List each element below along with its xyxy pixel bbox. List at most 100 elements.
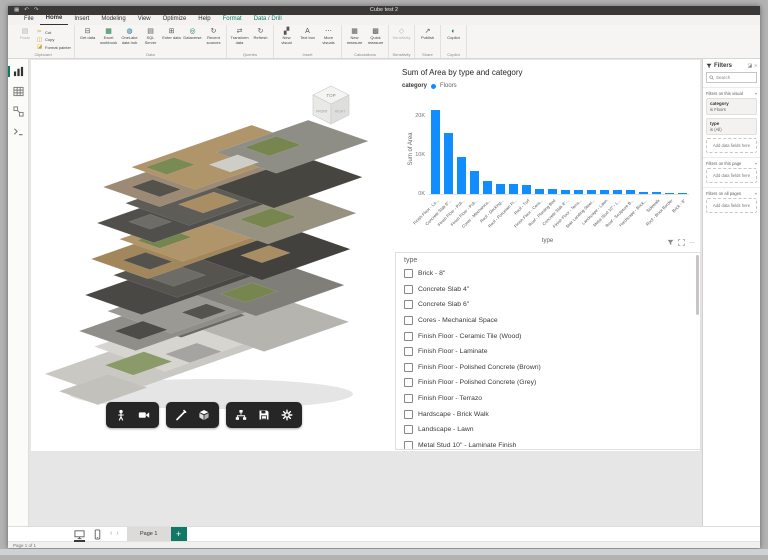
button-cut[interactable]: ✂ Cut (37, 29, 71, 35)
cube-icon[interactable] (198, 409, 210, 421)
tab-optimize[interactable]: Optimize (157, 15, 193, 25)
tab-data-drill[interactable]: Data / Drill (248, 15, 288, 25)
filter-card-type[interactable]: type is (All) (706, 118, 757, 135)
model-view-button[interactable] (12, 106, 24, 117)
button-copy[interactable]: ◫ Copy (37, 37, 71, 43)
slicer-item[interactable]: Finish Floor - Terrazo (396, 391, 700, 407)
app-grid-icon[interactable]: ▦ (14, 6, 19, 15)
bar-roof-porcelain-fl[interactable] (509, 184, 518, 194)
checkbox[interactable] (404, 316, 413, 326)
tab-insert[interactable]: Insert (68, 15, 95, 25)
bar-finish-floor-poli[interactable] (457, 157, 466, 194)
tab-format[interactable]: Format (217, 15, 248, 25)
button-transform-data[interactable]: ⇄ Transform data (230, 27, 249, 45)
bar-brick-8[interactable] (678, 193, 687, 194)
camera-icon[interactable] (138, 409, 150, 421)
slicer-item[interactable]: Cores - Mechanical Space (396, 313, 700, 329)
button-new-visual[interactable]: ▞ New visual (277, 27, 296, 45)
bar-concrete-slab-6[interactable] (444, 133, 453, 194)
bar-metal-stud-10-l[interactable] (613, 190, 622, 194)
filter-card-category[interactable]: category is Floors (706, 98, 757, 115)
bar-landscape-lawn[interactable] (600, 190, 609, 194)
checkbox[interactable] (404, 394, 413, 404)
slicer-item[interactable]: Hardscape - Brick Walk (396, 406, 700, 422)
checkbox[interactable] (404, 300, 413, 310)
add-data-fields-dropzone[interactable]: Add data fields here (706, 138, 757, 153)
slicer-item[interactable]: Finish Floor - Polished Concrete (Brown) (396, 360, 700, 376)
viewcube-front-face[interactable]: FRONT (316, 110, 328, 114)
button-format-painter[interactable]: ◪ Format painter (37, 44, 71, 50)
button-more-visuals[interactable]: ⋯ More visuals (319, 27, 338, 45)
button-text-box[interactable]: A Text box (298, 27, 317, 41)
bar-finish-floor-cera[interactable] (535, 189, 544, 194)
report-view-button[interactable] (7, 66, 24, 77)
viewcube-top-face[interactable]: TOP (326, 93, 335, 98)
bar-roof-decking[interactable] (496, 184, 505, 194)
checkbox[interactable] (404, 331, 413, 341)
add-data-fields-dropzone[interactable]: Add data fields here (706, 198, 757, 213)
button-copilot[interactable]: ◐ Copilot (444, 27, 463, 41)
next-page-icon[interactable]: › (116, 527, 118, 541)
slicer-item[interactable]: Concrete Slab 6" (396, 297, 700, 313)
bar-cores-mechanica[interactable] (483, 181, 492, 194)
slicer-item[interactable]: Landscape - Lawn (396, 422, 700, 438)
button-onelake-data-hub[interactable]: ◍ OneLake data hub (120, 27, 139, 45)
bar-sidewalk[interactable] (652, 192, 661, 194)
chevron-down-icon[interactable]: ▾ (755, 191, 757, 196)
bar-finish-floor-terra[interactable] (574, 190, 583, 194)
measure-icon[interactable] (175, 409, 187, 421)
legend-item-label[interactable]: Floors (440, 83, 457, 89)
bar-roof-turf[interactable] (522, 185, 531, 194)
button-recent-sources[interactable]: ↻ Recent sources (204, 27, 223, 45)
checkbox[interactable] (404, 347, 413, 357)
desktop-view-icon[interactable] (74, 529, 85, 542)
bar-concrete-slab-4[interactable] (561, 190, 570, 194)
add-data-fields-dropzone[interactable]: Add data fields here (706, 168, 757, 183)
person-icon[interactable] (115, 409, 127, 421)
bar-finish-floor-poli[interactable] (470, 171, 479, 194)
checkbox[interactable] (404, 269, 413, 279)
button-quick-measure[interactable]: ▩ Quick measure (366, 27, 385, 45)
hierarchy-icon[interactable] (235, 409, 247, 421)
gear-icon[interactable] (281, 409, 293, 421)
button-publish[interactable]: ↗ Publish (418, 27, 437, 41)
button-excel-workbook[interactable]: ▦ Excel workbook (99, 27, 118, 45)
bar-stair-landing-steel[interactable] (587, 190, 596, 194)
button-new-measure[interactable]: ▦ New measure (345, 27, 364, 45)
eraser-icon[interactable]: ◪ (747, 63, 752, 69)
checkbox[interactable] (404, 440, 413, 449)
focus-mode-icon[interactable] (678, 239, 685, 246)
bar-roof-planting-bed[interactable] (548, 189, 557, 194)
checkbox[interactable] (404, 284, 413, 294)
slicer-item[interactable]: Finish Floor - Laminate (396, 344, 700, 360)
button-sql-server[interactable]: ▤ SQL Server (141, 27, 160, 45)
page-tab[interactable]: Page 1 (126, 527, 171, 541)
bar-roof-sculpture-b[interactable] (626, 190, 635, 194)
slicer-scrollbar[interactable] (696, 255, 699, 315)
undo-icon[interactable]: ↶ (24, 6, 29, 15)
filters-search-input[interactable]: Search (706, 72, 757, 83)
button-refresh[interactable]: ↻ Refresh (251, 27, 270, 41)
slicer-item[interactable]: Finish Floor - Polished Concrete (Grey) (396, 375, 700, 391)
bar-finish-floor-la[interactable] (431, 110, 440, 194)
collapse-pane-icon[interactable]: » (754, 63, 757, 69)
tab-view[interactable]: View (132, 15, 157, 25)
tab-help[interactable]: Help (192, 15, 216, 25)
chevron-down-icon[interactable]: ▾ (755, 91, 757, 96)
checkbox[interactable] (404, 409, 413, 419)
chevron-down-icon[interactable]: ▾ (755, 161, 757, 166)
save-icon[interactable] (258, 409, 270, 421)
tab-file[interactable]: File (18, 15, 40, 25)
button-get-data[interactable]: ⊟ Get data (78, 27, 97, 41)
visual-bar-chart[interactable]: Sum of Area by type and category categor… (395, 60, 700, 250)
more-options-icon[interactable]: … (689, 239, 695, 246)
button-dataverse[interactable]: ◎ Dataverse (183, 27, 202, 41)
view-cube[interactable]: TOP FRONT RIGHT (312, 85, 350, 125)
previous-page-icon[interactable]: ‹ (110, 527, 112, 541)
slicer-item[interactable]: Metal Stud 10" - Laminate Finish (396, 438, 700, 449)
viewcube-right-face[interactable]: RIGHT (335, 110, 346, 114)
visual-type-slicer[interactable]: type Brick - 8" Concrete Slab 4" Concrete … (395, 252, 701, 450)
visual-3d-model[interactable]: TOP FRONT RIGHT (31, 64, 393, 447)
add-page-button[interactable]: + (170, 527, 187, 541)
filter-funnel-icon[interactable] (667, 239, 674, 246)
